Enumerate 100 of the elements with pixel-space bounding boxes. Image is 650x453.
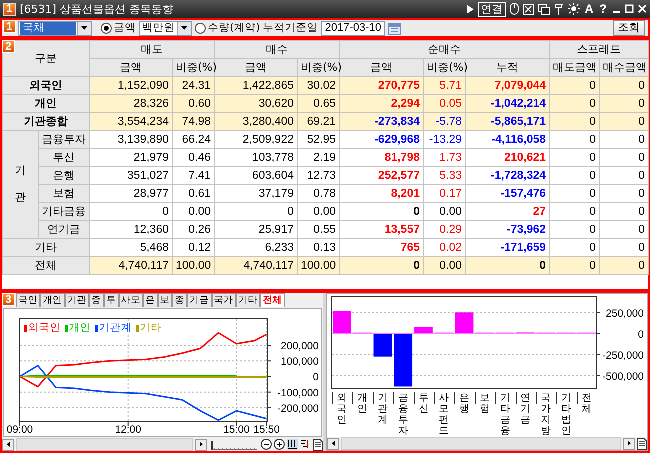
table-cell: 0	[550, 256, 600, 274]
search-button[interactable]: 조회	[613, 20, 645, 36]
table-cell: 0.78	[298, 184, 340, 202]
table-cell: 0	[600, 184, 649, 202]
table-cell: 0	[550, 202, 600, 220]
tab[interactable]: 투	[104, 293, 119, 307]
calendar-icon[interactable]	[388, 22, 402, 34]
table-cell: 2,509,922	[214, 130, 298, 148]
table-cell: 69.21	[298, 112, 340, 130]
market-dropdown[interactable]: 국채	[18, 20, 92, 36]
play-icon[interactable]	[466, 4, 474, 14]
tab[interactable]: 개인	[40, 293, 65, 307]
radio-button[interactable]	[195, 22, 206, 34]
table-cell: 0	[550, 166, 600, 184]
axis-label: 09:00	[6, 424, 34, 435]
table-cell: 28,977	[90, 184, 172, 202]
document-icon[interactable]	[637, 438, 647, 450]
scroll-left-button[interactable]	[2, 438, 14, 450]
category-label: 국가지방	[541, 392, 552, 436]
table-cell: 5.71	[424, 76, 466, 94]
table-cell: 8,201	[340, 184, 424, 202]
row-header: 개인	[2, 94, 90, 112]
scroll-right-button[interactable]	[623, 438, 635, 450]
column-header: 금액	[214, 58, 298, 76]
document-icon[interactable]	[313, 438, 323, 450]
row-header: 투신	[38, 148, 90, 166]
date-field[interactable]: 2017-03-10	[321, 20, 386, 36]
row-header: 외국인	[2, 76, 90, 94]
axis-label: -200,000	[278, 402, 319, 415]
column-header: 매수	[214, 40, 340, 58]
category-label: 외국인	[337, 392, 348, 428]
link-button[interactable]: 연결	[478, 2, 506, 16]
table-cell: -5,865,171	[466, 112, 550, 130]
column-header: 매수금액	[600, 58, 649, 76]
table-cell: 0	[600, 220, 649, 238]
table-cell: 100.00	[172, 256, 214, 274]
table-cell: 1,422,865	[214, 76, 298, 94]
table-cell: 0.17	[424, 184, 466, 202]
table-cell: 3,280,400	[214, 112, 298, 130]
scroll-left-button[interactable]	[327, 438, 339, 450]
right-triangle-icon	[200, 442, 202, 447]
category-label: 기타법인	[561, 392, 572, 436]
table-cell: 4,740,117	[214, 256, 298, 274]
radio-label[interactable]: 수량(계약)	[208, 21, 260, 35]
help-button[interactable]: ?	[598, 2, 608, 16]
table-cell: -629,968	[340, 130, 424, 148]
radio-button[interactable]	[101, 22, 112, 34]
table-cell: 100.00	[298, 256, 340, 274]
column-header: 금액	[90, 58, 172, 76]
sort-icon[interactable]	[300, 439, 311, 450]
zoom-in-icon[interactable]	[274, 439, 285, 450]
unit-dropdown[interactable]: 백만원	[139, 20, 192, 36]
bars-icon[interactable]	[287, 439, 298, 450]
table-cell: 27	[466, 202, 550, 220]
table-cell: -157,476	[466, 184, 550, 202]
group-label: 기관	[15, 163, 26, 206]
table-cell: 30.02	[298, 76, 340, 94]
pin-icon[interactable]	[554, 4, 564, 14]
mouse-icon[interactable]	[510, 3, 519, 15]
column-header: 매도금액	[550, 58, 600, 76]
font-button[interactable]: A	[584, 2, 595, 16]
table-cell: 603,604	[214, 166, 298, 184]
tab[interactable]: 국인	[16, 293, 40, 307]
table-cell: 0	[600, 148, 649, 166]
tab[interactable]: 기타	[236, 293, 260, 307]
row-header: 전체	[2, 256, 90, 274]
category-label: 개인	[358, 392, 368, 417]
row-header: 연기금	[38, 220, 90, 238]
table-cell: 0	[550, 184, 600, 202]
date-label: 누적기준일	[263, 21, 318, 35]
close-button[interactable]	[638, 4, 647, 14]
legend-item: 개인	[65, 322, 91, 334]
tab[interactable]: 사모	[118, 293, 144, 307]
tab[interactable]: 국가	[212, 293, 236, 307]
scroll-right-button[interactable]	[195, 438, 207, 450]
axis-label: 0	[313, 372, 319, 384]
row-header: 금융투자	[38, 130, 90, 148]
table-cell: 0	[600, 202, 649, 220]
table-cell: 52.95	[298, 130, 340, 148]
zoom-out-icon[interactable]	[261, 439, 272, 450]
zoom-slider[interactable]	[209, 438, 259, 450]
tab[interactable]: 증	[89, 293, 104, 307]
axis-label: 15:00	[224, 424, 250, 435]
table-cell: 0.00	[424, 202, 466, 220]
close-box-icon[interactable]	[522, 4, 534, 14]
tab[interactable]: 기금	[187, 293, 212, 307]
table-cell: 1.73	[424, 148, 466, 166]
window-icon[interactable]	[538, 4, 550, 14]
table-cell: 270,775	[340, 76, 424, 94]
tab[interactable]: 전체	[260, 293, 285, 307]
axis-label: 100,000	[281, 356, 319, 368]
tab[interactable]: 은	[143, 293, 158, 307]
radio-label[interactable]: 금액	[114, 21, 136, 35]
table-cell: 103,778	[214, 148, 298, 166]
tab[interactable]: 기관	[64, 293, 90, 307]
column-header: 비중(%)	[172, 58, 214, 76]
maximize-button[interactable]	[625, 4, 634, 14]
tab[interactable]: 종	[172, 293, 188, 307]
sun-icon[interactable]	[568, 3, 580, 15]
tab[interactable]: 보	[158, 293, 172, 307]
